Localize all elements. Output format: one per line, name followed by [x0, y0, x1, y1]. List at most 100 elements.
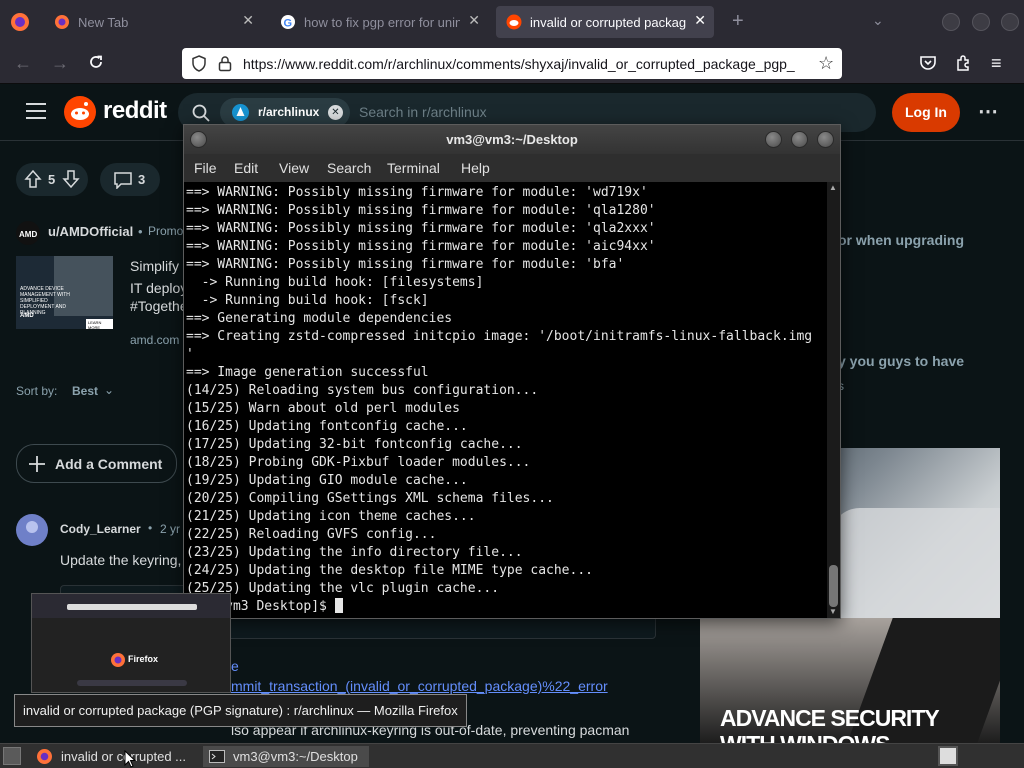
promo-text-line-2[interactable]: IT deploy	[130, 280, 187, 296]
menu-help[interactable]: Help	[461, 160, 490, 176]
link-partial-1[interactable]: e	[231, 658, 239, 674]
sidebar-text-2[interactable]: y you guys to have	[838, 353, 964, 369]
scroll-up-icon[interactable]: ▲	[829, 183, 837, 192]
new-tab-icon[interactable]: +	[732, 10, 744, 33]
terminal-titlebar[interactable]: vm3@vm3:~/Desktop	[184, 125, 840, 154]
link-partial-2[interactable]: mmit_transaction_(invalid_or_corrupted_p…	[231, 678, 608, 694]
add-comment-button[interactable]: Add a Comment	[16, 444, 177, 483]
url-text[interactable]: https://www.reddit.com/r/archlinux/comme…	[243, 56, 803, 72]
promo-thumbnail[interactable]: ADVANCE DEVICE MANAGEMENT WITH SIMPLIFIE…	[16, 256, 113, 329]
more-options-icon[interactable]: ⋯	[978, 99, 998, 124]
extensions-icon[interactable]	[955, 54, 973, 72]
terminal-line: (15/25) Warn about old perl modules	[186, 401, 460, 416]
comment-author[interactable]: Cody_Learner	[60, 522, 141, 536]
taskbar-item-terminal[interactable]: vm3@vm3:~/Desktop	[203, 746, 369, 767]
tab-new-tab[interactable]: New Tab ✕	[44, 6, 262, 38]
sidebar-text-1[interactable]: or when upgrading	[838, 232, 964, 248]
remove-chip-icon[interactable]: ✕	[328, 105, 343, 120]
pocket-icon[interactable]	[919, 54, 937, 72]
shield-icon[interactable]	[191, 55, 207, 72]
terminal-line: (21/25) Updating icon theme caches...	[186, 509, 476, 524]
terminal-line: '	[186, 347, 194, 362]
terminal-line: (24/25) Updating the desktop file MIME t…	[186, 563, 593, 578]
close-window-button[interactable]	[1001, 13, 1019, 31]
comments-button[interactable]: 3	[100, 163, 160, 196]
minimize-window-button[interactable]	[942, 13, 960, 31]
promo-text-line-3[interactable]: #Togethe	[130, 298, 188, 314]
terminal-prompt-line[interactable]: [vm3@vm3 Desktop]$	[186, 598, 826, 616]
terminal-line: ==> WARNING: Possibly missing firmware f…	[186, 185, 648, 200]
close-tab-icon[interactable]: ✕	[694, 12, 706, 29]
menu-search[interactable]: Search	[327, 160, 371, 176]
terminal-maximize-button[interactable]	[791, 131, 808, 148]
menu-view[interactable]: View	[279, 160, 309, 176]
terminal-minimize-button[interactable]	[765, 131, 782, 148]
archlinux-icon	[232, 104, 249, 121]
reddit-logo-icon[interactable]	[64, 96, 96, 128]
commenter-avatar[interactable]	[16, 514, 48, 546]
sort-value[interactable]: Best	[72, 384, 98, 398]
subreddit-chip[interactable]: r/archlinux ✕	[220, 98, 350, 127]
promo-domain[interactable]: amd.com	[130, 333, 179, 347]
terminal-title: vm3@vm3:~/Desktop	[446, 132, 578, 147]
close-tab-icon[interactable]: ✕	[242, 12, 254, 29]
search-placeholder: Search in r/archlinux	[359, 104, 487, 120]
bookmark-star-icon[interactable]: ☆	[818, 53, 834, 74]
workspace-switcher[interactable]	[938, 746, 958, 766]
firefox-tab-icon	[54, 14, 70, 30]
url-bar[interactable]: https://www.reddit.com/r/archlinux/comme…	[182, 48, 842, 79]
browser-tab-bar: New Tab ✕ G how to fix pgp error for uni…	[0, 0, 1024, 44]
terminal-scroll-thumb[interactable]	[829, 565, 838, 607]
chevron-down-icon[interactable]: ⌄	[104, 383, 114, 397]
terminal-line: (25/25) Updating the vlc plugin cache...	[186, 581, 500, 596]
menu-file[interactable]: File	[194, 160, 217, 176]
navigation-toolbar: ← → https://www.reddit.com/r/archlinux/c…	[0, 44, 1024, 84]
taskbar-tooltip: invalid or corrupted package (PGP signat…	[14, 694, 467, 727]
terminal-line: (18/25) Probing GDK-Pixbuf loader module…	[186, 455, 531, 470]
close-tab-icon[interactable]: ✕	[468, 12, 480, 29]
vote-control: 5	[16, 163, 88, 196]
hamburger-icon[interactable]	[26, 102, 46, 120]
reload-icon[interactable]	[87, 53, 105, 71]
terminal-cursor	[334, 598, 343, 613]
terminal-scrollbar[interactable]: ▲ ▼	[827, 182, 840, 618]
window-menu-button[interactable]	[190, 131, 207, 148]
login-button[interactable]: Log In	[892, 93, 960, 132]
reddit-wordmark[interactable]: reddit	[103, 97, 167, 125]
list-tabs-chevron-icon[interactable]: ⌄	[872, 12, 884, 29]
menu-terminal[interactable]: Terminal	[387, 160, 440, 176]
firefox-window-preview[interactable]: Firefox	[31, 593, 231, 693]
downvote-icon[interactable]	[62, 169, 80, 189]
terminal-line: (16/25) Updating fontconfig cache...	[186, 419, 468, 434]
plus-icon	[27, 454, 47, 474]
forward-arrow-icon[interactable]: →	[51, 53, 69, 74]
taskbar-item-firefox[interactable]: invalid or corrupted ...	[36, 746, 200, 767]
terminal-output[interactable]: ==> WARNING: Possibly missing firmware f…	[186, 184, 826, 618]
upvote-icon[interactable]	[24, 169, 42, 189]
svg-text:G: G	[284, 18, 293, 30]
back-arrow-icon[interactable]: ←	[14, 53, 32, 74]
maximize-window-button[interactable]	[972, 13, 990, 31]
terminal-line: (14/25) Reloading system bus configurati…	[186, 383, 539, 398]
terminal-line: ==> WARNING: Possibly missing firmware f…	[186, 239, 656, 254]
comment-bubble-icon	[113, 171, 133, 189]
amd-avatar[interactable]: AMD	[16, 221, 40, 245]
tab-google-search[interactable]: G how to fix pgp error for uninstall ✕	[270, 6, 488, 38]
terminal-line: -> Running build hook: [filesystems]	[186, 275, 484, 290]
svg-text:AMD: AMD	[19, 230, 37, 239]
terminal-window[interactable]: vm3@vm3:~/Desktop File Edit View Search …	[183, 124, 841, 619]
scroll-down-icon[interactable]: ▼	[829, 607, 837, 616]
ad-caption: ADVANCE DEVICE MANAGEMENT WITH SIMPLIFIE…	[20, 286, 70, 316]
firefox-menu-icon[interactable]	[10, 12, 30, 32]
terminal-close-button[interactable]	[817, 131, 834, 148]
promo-author[interactable]: u/AMDOfficial	[48, 224, 133, 239]
tab-reddit-active[interactable]: invalid or corrupted package ✕	[496, 6, 714, 38]
menu-edit[interactable]: Edit	[234, 160, 258, 176]
show-desktop-icon[interactable]	[3, 747, 21, 765]
lock-icon[interactable]	[218, 55, 232, 72]
hamburger-menu-icon[interactable]: ≡	[991, 53, 1002, 74]
taskbar: invalid or corrupted ... vm3@vm3:~/Deskt…	[0, 743, 1024, 768]
promo-text-line-1[interactable]: Simplify	[130, 258, 179, 274]
comment-count: 3	[138, 172, 146, 187]
preview-label: Firefox	[128, 654, 159, 664]
